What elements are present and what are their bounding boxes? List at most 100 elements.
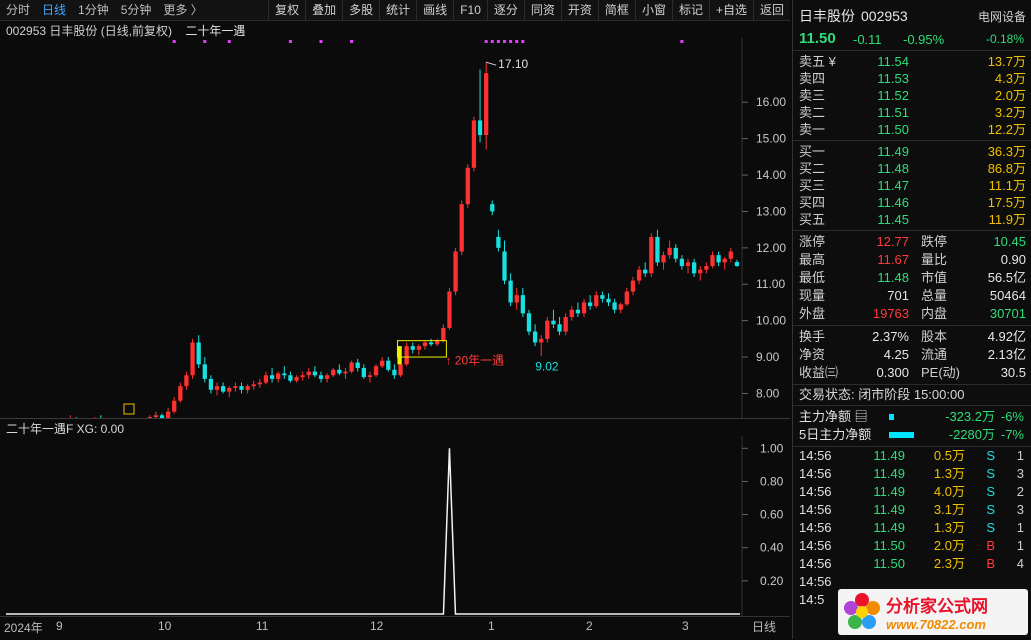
candle (649, 233, 654, 277)
max-marker (486, 61, 497, 66)
price-change: -0.11 (853, 32, 882, 47)
candle-body (563, 317, 568, 332)
tool-button[interactable]: 统计 (379, 0, 416, 20)
order-book-row[interactable]: 卖四 11.53 4.3万 (793, 70, 1031, 87)
tool-button[interactable]: 返回 (752, 0, 790, 20)
candle (404, 342, 409, 367)
flow-pct: -7% (1000, 427, 1024, 442)
candle-body (398, 364, 403, 376)
tab-5min[interactable]: 5分钟 (115, 0, 158, 20)
candle-body (337, 369, 342, 374)
candle-body (477, 120, 483, 135)
tool-button[interactable]: 叠加 (305, 0, 342, 20)
candle-body (276, 373, 281, 379)
candle (214, 382, 220, 396)
candle (263, 371, 269, 385)
candlestick-chart[interactable]: 8.00 9.00 10.00 11.00 12.00 13.00 14.00 15.00 16… (0, 38, 790, 418)
trade-count: 2 (1016, 484, 1024, 499)
event-marker-icon[interactable] (123, 403, 135, 415)
candle-body (343, 371, 348, 374)
signal-dot (509, 40, 513, 43)
candle-body (373, 366, 379, 376)
candle (410, 342, 415, 354)
order-book-row[interactable]: 买五 11.45 11.9万 (793, 211, 1031, 228)
candle (612, 298, 617, 314)
tool-button[interactable]: +自选 (708, 0, 753, 20)
candle (165, 408, 171, 418)
level-price: 11.52 (877, 88, 909, 103)
stats-block-2: 换手 2.37% 股本 4.92亿 净资 4.25 流通 2.13亿 收益㈢ 0.300 PE(动)… (793, 326, 1031, 385)
candle-body (728, 251, 733, 259)
stat-label: 内盘 (921, 306, 948, 321)
candle-body (569, 309, 574, 317)
stat-label: 总量 (921, 288, 948, 303)
period-label[interactable]: 日线 (752, 618, 776, 635)
tool-button[interactable]: 小窗 (634, 0, 672, 20)
stat-value: 30701 (989, 306, 1026, 321)
tool-button[interactable]: 复权 (268, 0, 305, 20)
candle (459, 200, 464, 256)
tab-daily[interactable]: 日线 (36, 0, 72, 20)
candle-body (459, 204, 464, 252)
candle (233, 382, 238, 392)
order-book-row[interactable]: 买三 11.47 11.1万 (793, 177, 1031, 194)
trade-volume: 4.0万 (933, 484, 965, 499)
candle (331, 367, 336, 378)
order-book-row[interactable]: 买一 11.49 36.3万 (793, 143, 1031, 160)
stat-value: 12.77 (876, 234, 909, 249)
sector-tag[interactable]: 电网设备 (978, 8, 1026, 25)
settings-icon[interactable]: ⚙ (722, 38, 732, 39)
candle (532, 324, 538, 347)
level-price: 11.53 (877, 71, 909, 86)
tool-button[interactable]: 画线 (416, 0, 453, 20)
flow-label: 主力净额 ▤ (799, 409, 868, 424)
trade-price: 11.49 (873, 520, 905, 535)
candle-body (594, 295, 599, 307)
candle (606, 293, 611, 307)
diamond-icon[interactable]: ◇ (706, 38, 715, 39)
fund-flow-row[interactable]: 5日主力净额 -2280万 -7% (793, 426, 1031, 444)
tool-button[interactable]: 标记 (671, 0, 709, 20)
stat-label: 最高 (799, 252, 826, 267)
candle-body (661, 255, 666, 263)
tool-button[interactable]: F10 (453, 0, 487, 20)
order-book-row[interactable]: 卖三 11.52 2.0万 (793, 87, 1031, 104)
tick-trades[interactable]: 14:56 11.49 0.5万 S 1 14:56 11.49 1.3万 S 3 14:56 11.… (793, 447, 1031, 609)
stat-row: 净资 4.25 流通 2.13亿 (793, 346, 1031, 364)
fund-flow-row[interactable]: 主力净额 ▤ -323.2万 -6% (793, 408, 1031, 426)
level-price: 11.49 (877, 144, 909, 159)
candle (563, 313, 568, 336)
tab-more[interactable]: 更多 〉 (157, 0, 208, 20)
order-book-row[interactable]: 卖一 11.50 12.2万 (793, 121, 1031, 138)
candle (734, 259, 740, 267)
level-label: 买二 (799, 161, 826, 176)
tool-button[interactable]: 多股 (342, 0, 379, 20)
y-tick-label: 13.00 (756, 204, 786, 218)
candle-body (380, 360, 385, 367)
trade-price: 11.50 (873, 556, 905, 571)
pane-divider[interactable] (0, 418, 790, 419)
trade-row: 14:56 11.49 1.3万 S 1 (793, 519, 1031, 537)
level-volume: 4.3万 (994, 71, 1026, 86)
candle (435, 338, 440, 347)
tab-intraday[interactable]: 分时 (0, 0, 36, 20)
level-volume: 13.7万 (987, 54, 1026, 69)
candle (545, 317, 550, 343)
tool-button[interactable]: 简框 (597, 0, 635, 20)
order-book-row[interactable]: 买二 11.48 86.8万 (793, 160, 1031, 177)
trade-time: 14:56 (799, 556, 832, 571)
order-book-row[interactable]: 买四 11.46 17.5万 (793, 194, 1031, 211)
trade-row: 14:56 11.50 2.0万 B 1 (793, 537, 1031, 555)
candle (465, 164, 470, 208)
candle (728, 247, 733, 263)
tab-1min[interactable]: 1分钟 (72, 0, 115, 20)
candle-body (355, 362, 360, 368)
level-label: 卖二 (799, 105, 826, 120)
date-tick: 11 (256, 619, 269, 633)
tool-button[interactable]: 开资 (560, 0, 598, 20)
order-book-row[interactable]: 卖二 11.51 3.2万 (793, 104, 1031, 121)
order-book-row[interactable]: 卖五 ¥ 11.54 13.7万 (793, 53, 1031, 70)
indicator-chart[interactable]: 0.20 0.40 0.60 0.80 1.00 (0, 436, 790, 616)
tool-button[interactable]: 同资 (523, 0, 561, 20)
tool-button[interactable]: 逐分 (486, 0, 524, 20)
